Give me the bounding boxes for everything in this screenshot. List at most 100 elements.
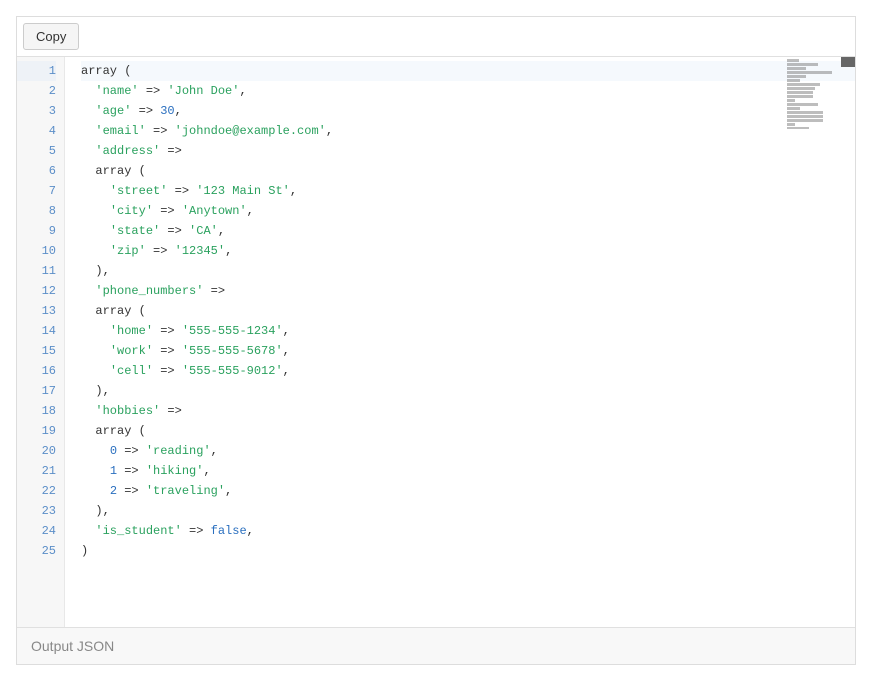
code-token: => <box>117 444 146 458</box>
line-number: 10 <box>17 241 56 261</box>
code-line[interactable]: 1 => 'hiking', <box>81 461 855 481</box>
copy-button[interactable]: Copy <box>23 23 79 50</box>
code-line[interactable]: 'name' => 'John Doe', <box>81 81 855 101</box>
code-line[interactable]: 2 => 'traveling', <box>81 481 855 501</box>
code-token: ( <box>139 424 146 438</box>
line-number: 23 <box>17 501 56 521</box>
code-token: 'reading' <box>146 444 211 458</box>
code-token: => <box>117 464 146 478</box>
code-line[interactable]: ), <box>81 501 855 521</box>
code-token: array <box>95 304 138 318</box>
code-token: => <box>139 84 168 98</box>
code-line[interactable]: 'home' => '555-555-1234', <box>81 321 855 341</box>
line-number: 22 <box>17 481 56 501</box>
code-token: array <box>81 64 124 78</box>
line-number: 8 <box>17 201 56 221</box>
line-number-gutter: 1234567891011121314151617181920212223242… <box>17 57 65 627</box>
line-number: 14 <box>17 321 56 341</box>
code-line[interactable]: 'street' => '123 Main St', <box>81 181 855 201</box>
code-token: 0 <box>110 444 117 458</box>
code-line[interactable]: ), <box>81 381 855 401</box>
line-number: 24 <box>17 521 56 541</box>
code-token: 'hiking' <box>146 464 204 478</box>
output-section-label: Output JSON <box>17 627 855 664</box>
code-token: , <box>203 464 210 478</box>
code-token: 'John Doe' <box>167 84 239 98</box>
code-token: 'zip' <box>110 244 146 258</box>
code-line[interactable]: ) <box>81 541 855 561</box>
code-token: , <box>211 444 218 458</box>
code-line[interactable]: 'work' => '555-555-5678', <box>81 341 855 361</box>
line-number: 12 <box>17 281 56 301</box>
code-line[interactable]: 'hobbies' => <box>81 401 855 421</box>
code-token: ) <box>95 264 102 278</box>
code-line[interactable]: 'is_student' => false, <box>81 521 855 541</box>
code-token: => <box>160 144 189 158</box>
code-line[interactable]: 'phone_numbers' => <box>81 281 855 301</box>
line-number: 3 <box>17 101 56 121</box>
code-token: => <box>153 364 182 378</box>
code-line[interactable]: array ( <box>81 421 855 441</box>
line-number: 4 <box>17 121 56 141</box>
code-token: 'johndoe@example.com' <box>175 124 326 138</box>
line-number: 13 <box>17 301 56 321</box>
code-token: 'cell' <box>110 364 153 378</box>
line-number: 1 <box>17 61 56 81</box>
line-number: 18 <box>17 401 56 421</box>
code-token: => <box>131 104 160 118</box>
code-token: => <box>160 224 189 238</box>
code-token: 30 <box>160 104 174 118</box>
code-token: , <box>103 264 110 278</box>
line-number: 20 <box>17 441 56 461</box>
code-token: array <box>95 424 138 438</box>
code-token: => <box>153 204 182 218</box>
code-panel: Copy 12345678910111213141516171819202122… <box>16 16 856 665</box>
code-content[interactable]: array ( 'name' => 'John Doe', 'age' => 3… <box>65 57 855 627</box>
code-token: 'home' <box>110 324 153 338</box>
line-number: 17 <box>17 381 56 401</box>
code-token: => <box>146 124 175 138</box>
code-token: , <box>283 364 290 378</box>
code-token: => <box>203 284 232 298</box>
code-line[interactable]: 'age' => 30, <box>81 101 855 121</box>
code-token: , <box>103 384 110 398</box>
code-token: , <box>218 224 225 238</box>
code-token: => <box>167 184 196 198</box>
line-number: 25 <box>17 541 56 561</box>
code-token: 'email' <box>95 124 145 138</box>
line-number: 11 <box>17 261 56 281</box>
code-token: '555-555-1234' <box>182 324 283 338</box>
code-token: , <box>247 524 254 538</box>
code-line[interactable]: 'cell' => '555-555-9012', <box>81 361 855 381</box>
code-token: 'city' <box>110 204 153 218</box>
code-line[interactable]: array ( <box>81 161 855 181</box>
toolbar: Copy <box>17 17 855 57</box>
code-line[interactable]: array ( <box>81 61 855 81</box>
code-token: 'is_student' <box>95 524 181 538</box>
code-token: => <box>160 404 189 418</box>
code-token: '555-555-5678' <box>182 344 283 358</box>
code-line[interactable]: 'zip' => '12345', <box>81 241 855 261</box>
vertical-scrollbar-thumb[interactable] <box>841 57 855 67</box>
code-token: 'work' <box>110 344 153 358</box>
code-line[interactable]: 'city' => 'Anytown', <box>81 201 855 221</box>
code-editor[interactable]: 1234567891011121314151617181920212223242… <box>17 57 855 627</box>
code-line[interactable]: 'address' => <box>81 141 855 161</box>
code-token: , <box>326 124 333 138</box>
code-line[interactable]: 'state' => 'CA', <box>81 221 855 241</box>
code-token: ( <box>139 164 146 178</box>
code-line[interactable]: array ( <box>81 301 855 321</box>
code-token: => <box>146 244 175 258</box>
code-line[interactable]: 0 => 'reading', <box>81 441 855 461</box>
code-token: 'state' <box>110 224 160 238</box>
code-token: , <box>103 504 110 518</box>
code-line[interactable]: 'email' => 'johndoe@example.com', <box>81 121 855 141</box>
code-token: 'address' <box>95 144 160 158</box>
vertical-scrollbar-track[interactable] <box>841 57 855 627</box>
code-token: , <box>247 204 254 218</box>
code-token: ( <box>124 64 131 78</box>
line-number: 6 <box>17 161 56 181</box>
code-token: 'street' <box>110 184 168 198</box>
code-line[interactable]: ), <box>81 261 855 281</box>
code-token: '123 Main St' <box>196 184 290 198</box>
